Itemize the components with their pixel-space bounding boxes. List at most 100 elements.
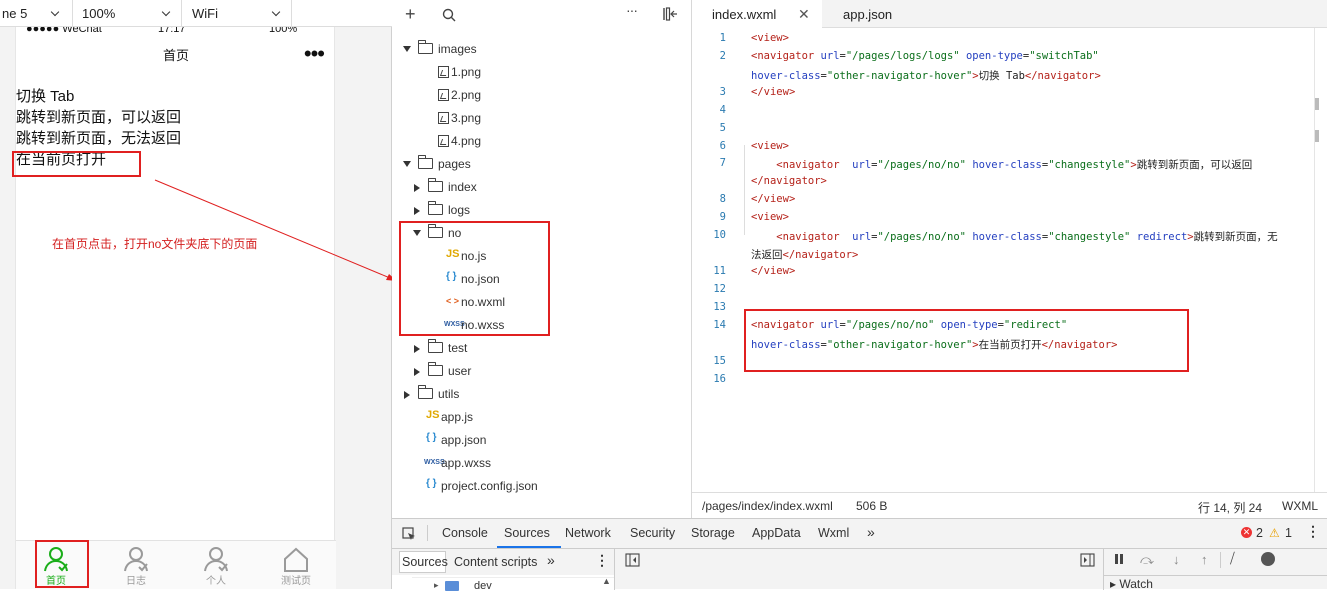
folder-icon [445,581,459,591]
step-out-icon[interactable]: ↑ [1201,552,1208,567]
line-number: 9 [719,211,726,223]
chevron-right-icon[interactable] [414,184,420,192]
tree-item[interactable]: user [392,360,692,383]
highlight-box [399,221,550,336]
tab-network[interactable]: Network [565,526,611,540]
divider [1220,552,1221,568]
tree-item[interactable]: 4.png [392,130,692,153]
tree-item[interactable]: pages [392,153,692,176]
tree-item[interactable]: { } project.config.json [392,475,692,498]
code-line: </navigator> [751,175,827,187]
line-number: 8 [719,193,726,205]
step-over-icon[interactable]: ⤼ [1140,552,1154,568]
code-editor: index.wxml ✕ app.json 1 2 3 4 5 6 7 8 9 … [692,0,1327,518]
devtools-menu-icon[interactable]: ⋮ [1306,523,1320,540]
line-number: 13 [713,301,726,313]
line-number: 7 [719,157,726,169]
more-tabs-button[interactable]: » [867,524,875,540]
tree-item-label: user [448,364,472,378]
tree-item[interactable]: test [392,337,692,360]
deactivate-breakpoints-icon[interactable]: ⧸ [1230,550,1235,567]
tree-toggle-icon[interactable]: ▸ [434,580,439,591]
tab-console[interactable]: Console [442,526,488,540]
tree-item[interactable]: images [392,38,692,61]
tab-index-wxml[interactable]: index.wxml ✕ [692,0,822,29]
chevron-right-icon[interactable] [414,345,420,353]
folder-icon [417,385,433,399]
tab-storage[interactable]: Storage [691,526,735,540]
language-mode[interactable]: WXML [1282,499,1318,513]
file-path: /pages/index/index.wxml [702,499,833,513]
code-line: <view> [751,140,789,152]
divider [392,548,1327,549]
subtab-content-scripts[interactable]: Content scripts [454,555,537,569]
more-subtabs-button[interactable]: » [547,552,555,568]
tree-item[interactable]: 1.png [392,61,692,84]
tree-item[interactable]: utils [392,383,692,406]
error-icon: ✕ [1241,527,1252,538]
tree-item-label[interactable]: dev [474,580,492,592]
tab-security[interactable]: Security [630,526,675,540]
chevron-right-icon[interactable] [414,368,420,376]
pause-icon[interactable] [1115,554,1118,564]
line-number: 15 [713,355,726,367]
chevron-right-icon[interactable] [414,207,420,215]
folder-icon [417,155,433,169]
tree-item-label: 1.png [451,65,482,79]
toggle-navigator-icon[interactable] [625,553,640,567]
code-line: </view> [751,86,796,98]
code-area[interactable]: 1 2 3 4 5 6 7 8 9 10 11 12 13 14 15 16 <… [692,28,1327,492]
tab-wxml[interactable]: Wxml [818,526,849,540]
toggle-debugger-icon[interactable] [1080,553,1095,567]
add-icon[interactable]: + [405,4,416,25]
more-icon[interactable]: ··· [626,2,638,18]
tab-app-json[interactable]: app.json [822,0,922,28]
scroll-up-icon[interactable]: ▲ [602,576,611,586]
tab-appdata[interactable]: AppData [752,526,801,540]
cursor-position: 行 14, 列 24 [1198,501,1263,515]
tree-item[interactable]: { } app.json [392,429,692,452]
tree-item[interactable]: index [392,176,692,199]
folder-icon [427,201,443,215]
inspect-icon[interactable] [402,527,416,541]
scrollbar[interactable] [1314,28,1315,492]
code-line: </view> [751,193,796,205]
tree-item[interactable]: logs [392,199,692,222]
pause-on-exceptions-icon[interactable] [1261,552,1275,566]
tree-item[interactable]: WXSS app.wxss [392,452,692,475]
search-icon[interactable] [442,8,456,22]
file-size: 506 B [856,499,888,513]
folder-icon [417,40,433,54]
tree-item-label: test [448,341,468,355]
tree-item-label: 4.png [451,134,482,148]
tree-item[interactable]: 2.png [392,84,692,107]
chevron-down-icon[interactable] [403,46,411,52]
step-into-icon[interactable]: ↓ [1173,552,1180,567]
code-line: <navigator url="/pages/no/no" hover-clas… [776,159,1253,171]
code-line: hover-class="other-navigator-hover">切换 T… [751,70,1101,82]
subtab-menu-icon[interactable]: ⋮ [595,552,609,569]
line-number: 1 [719,32,726,44]
code-line: </view> [751,265,796,277]
warning-count[interactable]: 1 [1285,526,1292,540]
divider [427,525,428,541]
error-count[interactable]: 2 [1256,526,1263,540]
tree-item[interactable]: JS app.js [392,406,692,429]
navigator-tree: ▸ dev [392,575,614,592]
tree-item-label: project.config.json [441,479,538,493]
chevron-right-icon[interactable] [404,391,410,399]
editor-tabs: index.wxml ✕ app.json [692,0,1327,29]
subtab-sources[interactable]: Sources [399,551,448,573]
close-icon[interactable]: ✕ [798,6,810,23]
editor-status-bar: /pages/index/index.wxml 506 B 行 14, 列 24… [692,492,1327,518]
tab-sources[interactable]: Sources [504,526,550,540]
tree-item[interactable]: 3.png [392,107,692,130]
tree-item-label: index [448,180,477,194]
line-number: 4 [719,104,726,116]
line-number: 3 [719,86,726,98]
tree-row [412,577,614,590]
chevron-down-icon[interactable] [403,161,411,167]
collapse-panel-icon[interactable] [662,7,678,21]
divider [1103,575,1327,576]
folder-icon [427,362,443,376]
